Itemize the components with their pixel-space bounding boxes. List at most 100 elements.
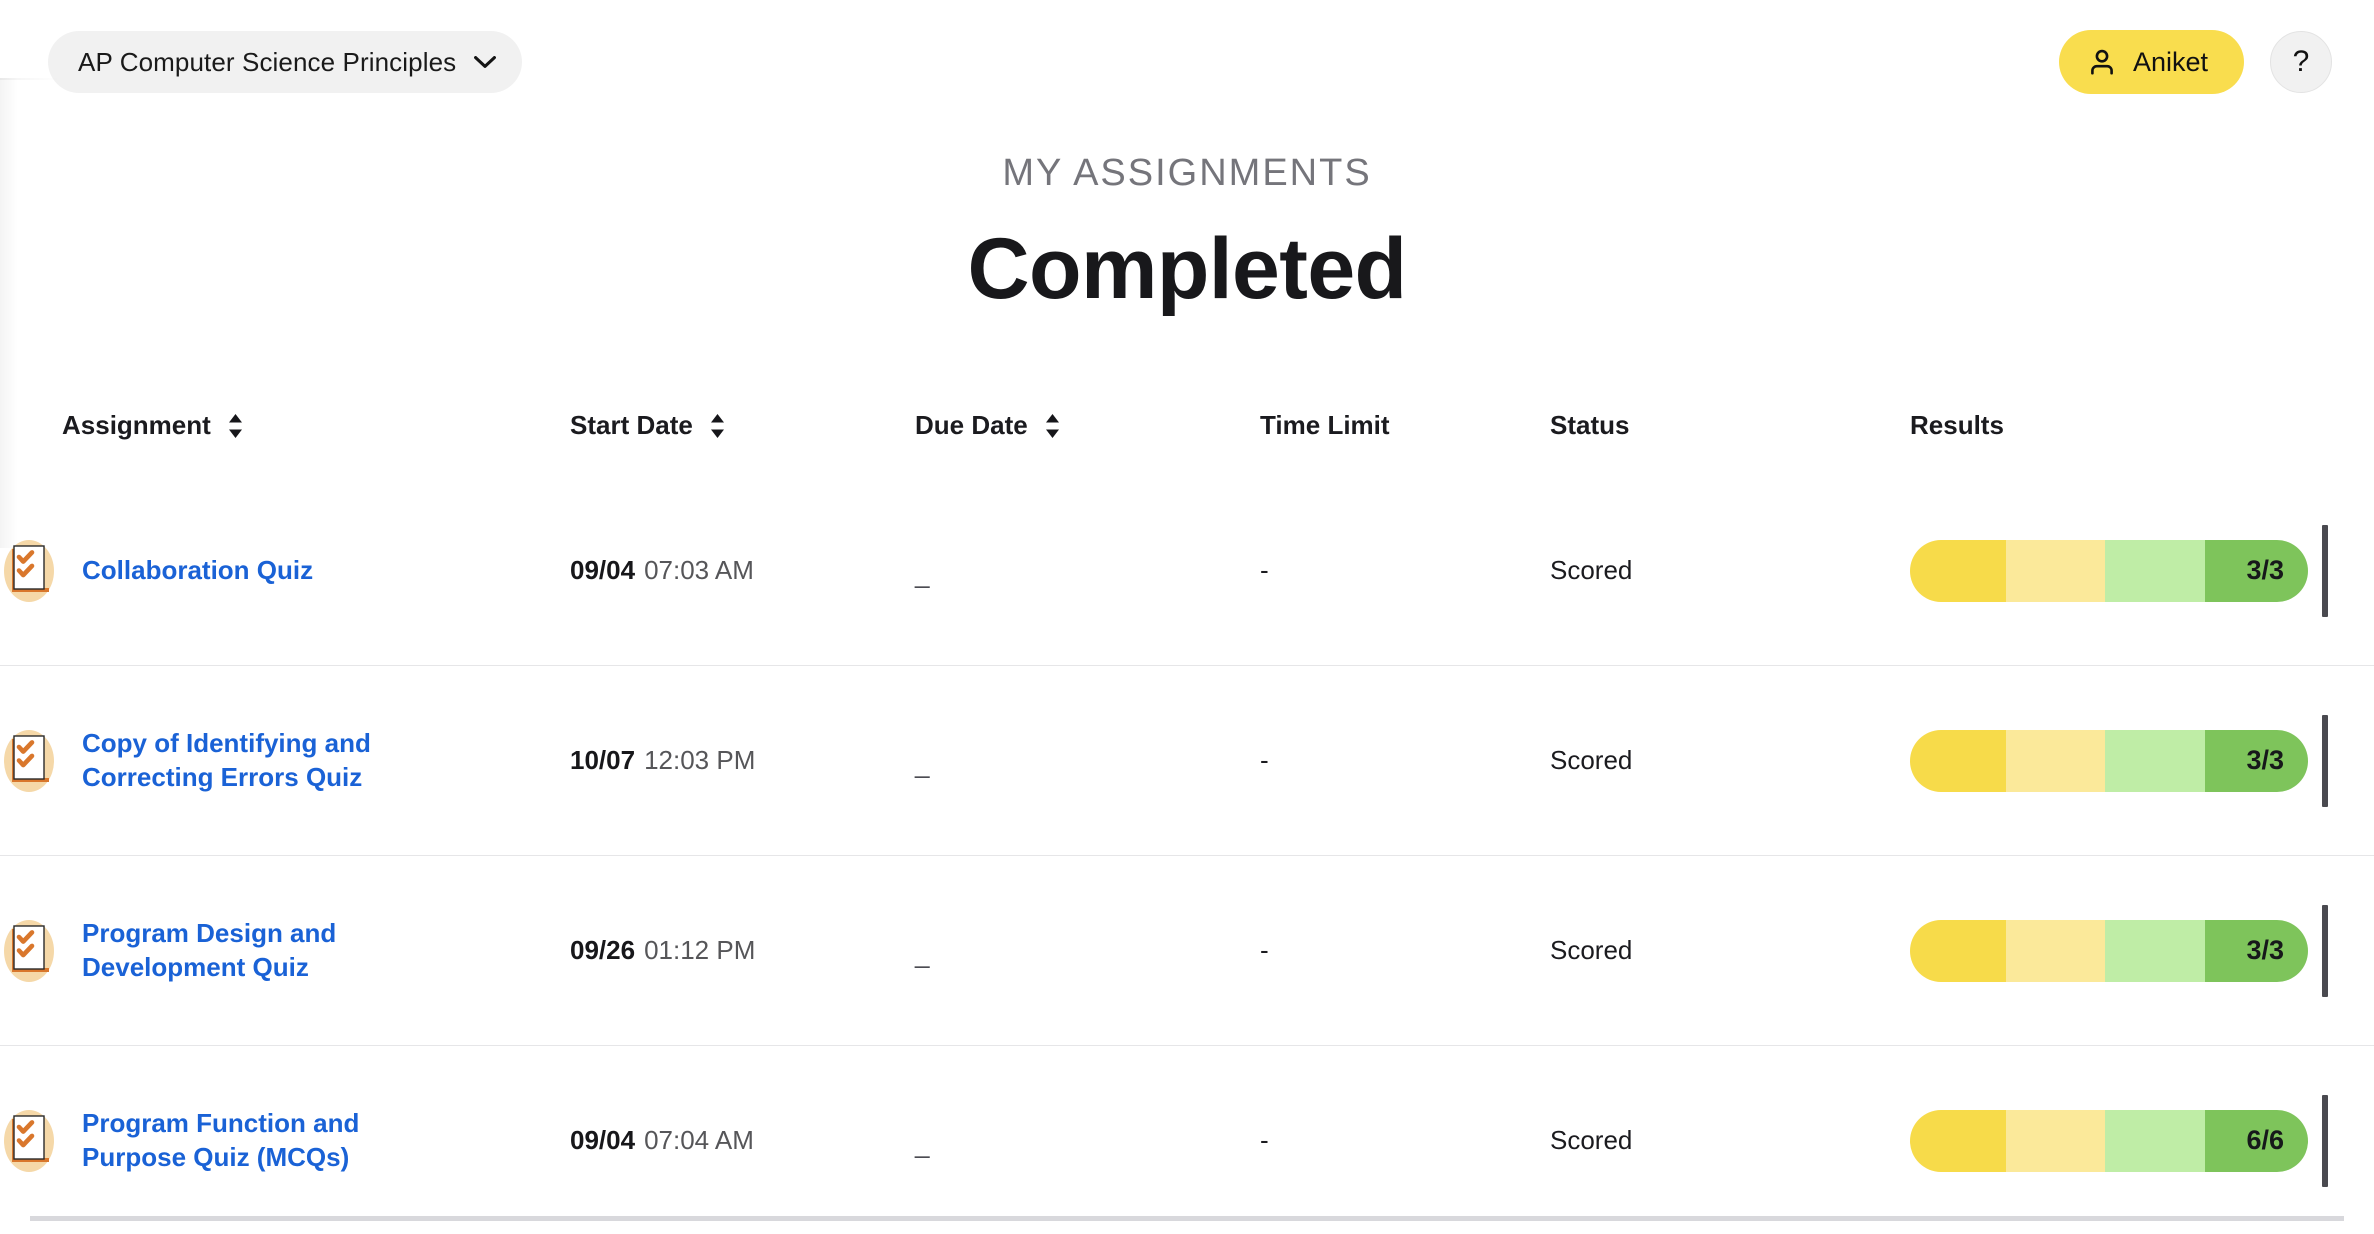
quiz-checklist-icon: [0, 538, 58, 604]
cell-assignment: Copy of Identifying and Correcting Error…: [0, 665, 570, 856]
score-segment-2: [2006, 539, 2106, 602]
score-segment-2: [2006, 729, 2106, 792]
table-row[interactable]: Program Design and Development Quiz 09/2…: [0, 855, 2374, 1046]
score-bar[interactable]: 3/3: [1910, 729, 2308, 792]
help-icon: ?: [2292, 45, 2310, 78]
cell-start-date: 09/26 01:12 PM: [570, 855, 915, 1046]
sort-start-date-icon[interactable]: [709, 413, 726, 439]
column-header-start-date: Start Date: [570, 410, 915, 476]
assignment-link[interactable]: Copy of Identifying and Correcting Error…: [82, 727, 382, 795]
time-limit-value: -: [1260, 745, 1269, 775]
score-segment-4: 3/3: [2204, 729, 2308, 792]
top-bar-actions: Aniket ?: [2058, 30, 2332, 94]
column-header-due-date: Due Date: [915, 410, 1260, 476]
cell-due-date: _: [915, 476, 1260, 666]
cell-status: Scored: [1550, 855, 1910, 1046]
cell-assignment: Collaboration Quiz: [0, 476, 570, 666]
assignments-table: Assignment Start Date Due Date Time Limi…: [0, 410, 2374, 1234]
table-row[interactable]: Program Function and Purpose Quiz (MCQs)…: [0, 1045, 2374, 1234]
column-header-due-date-label: Due Date: [915, 410, 1028, 440]
assignments-page: AP Computer Science Principles Aniket ?: [0, 0, 2374, 1234]
column-header-time-limit-label: Time Limit: [1260, 410, 1390, 440]
assignment-link[interactable]: Collaboration Quiz: [82, 554, 313, 588]
due-date-empty-placeholder: _: [915, 749, 930, 779]
sort-due-date-icon[interactable]: [1044, 413, 1061, 439]
user-account-button[interactable]: Aniket: [2058, 30, 2244, 94]
score-label: 6/6: [2246, 1125, 2284, 1155]
cell-time-limit: -: [1260, 1045, 1550, 1234]
column-header-start-date-label: Start Date: [570, 410, 693, 440]
status-value: Scored: [1550, 1125, 1633, 1155]
score-label: 3/3: [2246, 745, 2284, 775]
user-name-label: Aniket: [2132, 46, 2208, 77]
cell-time-limit: -: [1260, 855, 1550, 1046]
cell-due-date: _: [915, 855, 1260, 1046]
score-segment-1: [1910, 539, 2007, 602]
cell-time-limit: -: [1260, 665, 1550, 856]
page-title: Completed: [967, 221, 1408, 317]
chevron-down-icon: [474, 55, 497, 69]
cell-results: 3/3: [1910, 665, 2374, 856]
course-selector-label: AP Computer Science Principles: [78, 46, 457, 77]
time-limit-value: -: [1260, 555, 1269, 585]
status-value: Scored: [1550, 745, 1633, 775]
column-header-assignment: Assignment: [0, 410, 570, 476]
score-label: 3/3: [2246, 555, 2284, 585]
start-date-date: 09/04: [570, 555, 636, 585]
cell-start-date: 10/07 12:03 PM: [570, 665, 915, 856]
score-segment-1: [1910, 919, 2007, 982]
cell-due-date: _: [915, 1045, 1260, 1234]
table-header-row: Assignment Start Date Due Date Time Limi…: [0, 410, 2374, 476]
cell-status: Scored: [1550, 1045, 1910, 1234]
score-segment-2: [2006, 919, 2106, 982]
table-row[interactable]: Copy of Identifying and Correcting Error…: [0, 665, 2374, 856]
cell-status: Scored: [1550, 476, 1910, 666]
score-segment-2: [2006, 1109, 2106, 1172]
cell-results: 3/3: [1910, 476, 2374, 666]
table-row[interactable]: Collaboration Quiz 09/04 07:03 AM _ - Sco…: [0, 476, 2374, 666]
assignment-link[interactable]: Program Function and Purpose Quiz (MCQs): [82, 1107, 382, 1175]
status-value: Scored: [1550, 555, 1633, 585]
start-date-date: 09/04: [570, 1125, 636, 1155]
score-target-marker: [2322, 1094, 2328, 1187]
help-button[interactable]: ?: [2270, 31, 2332, 93]
cell-start-date: 09/04 07:03 AM: [570, 476, 915, 666]
user-icon: [2087, 47, 2117, 77]
table-body: Collaboration Quiz 09/04 07:03 AM _ - Sco…: [0, 476, 2374, 1234]
start-date-time: 07:04 AM: [644, 1125, 754, 1155]
due-date-empty-placeholder: _: [915, 559, 930, 589]
due-date-empty-placeholder: _: [915, 939, 930, 969]
sort-assignment-icon[interactable]: [227, 413, 244, 439]
assignment-link[interactable]: Program Design and Development Quiz: [82, 917, 382, 985]
score-bar[interactable]: 6/6: [1910, 1109, 2308, 1172]
cell-due-date: _: [915, 665, 1260, 856]
bottom-divider: [30, 1216, 2344, 1221]
score-target-marker: [2322, 524, 2328, 617]
score-segment-4: 6/6: [2204, 1109, 2308, 1172]
cell-results: 6/6: [1910, 1045, 2374, 1234]
score-bar[interactable]: 3/3: [1910, 919, 2308, 982]
start-date-time: 07:03 AM: [644, 555, 754, 585]
time-limit-value: -: [1260, 935, 1269, 965]
due-date-empty-placeholder: _: [915, 1129, 930, 1159]
cell-results: 3/3: [1910, 855, 2374, 1046]
cell-assignment: Program Design and Development Quiz: [0, 855, 570, 1046]
score-bar[interactable]: 3/3: [1910, 539, 2308, 602]
score-segment-1: [1910, 729, 2007, 792]
score-segment-3: [2105, 539, 2205, 602]
score-segment-4: 3/3: [2204, 919, 2308, 982]
top-bar: AP Computer Science Principles Aniket ?: [0, 0, 2374, 128]
score-target-marker: [2322, 714, 2328, 807]
score-label: 3/3: [2246, 935, 2284, 965]
column-header-status-label: Status: [1550, 410, 1630, 440]
quiz-checklist-icon: [0, 918, 58, 984]
quiz-checklist-icon: [0, 1108, 58, 1174]
start-date-date: 10/07: [570, 745, 636, 775]
column-header-results: Results: [1910, 410, 2374, 476]
course-selector-button[interactable]: AP Computer Science Principles: [48, 31, 523, 93]
start-date-time: 12:03 PM: [644, 745, 756, 775]
cell-assignment: Program Function and Purpose Quiz (MCQs): [0, 1045, 570, 1234]
quiz-checklist-icon: [0, 728, 58, 794]
due-date-value: _: [915, 555, 929, 589]
column-header-results-label: Results: [1910, 410, 2004, 440]
